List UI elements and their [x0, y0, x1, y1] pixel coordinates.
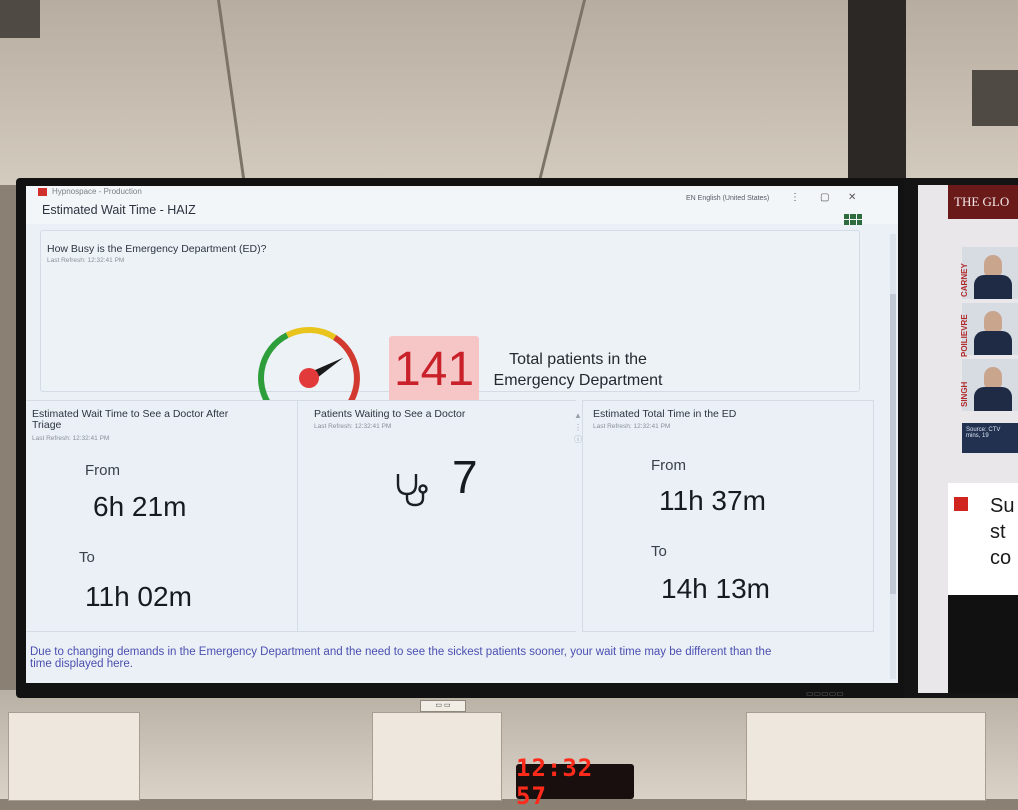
doctor-wait-from-value: 6h 21m — [93, 491, 187, 522]
app-title-bar: Hypnospace - Production Estimated Wait T… — [26, 186, 898, 225]
candidate-card — [962, 303, 1018, 355]
app-name: Hypnospace - Production — [52, 187, 142, 196]
more-icon[interactable]: ⋮ — [574, 422, 582, 434]
news-ticker-line: st — [990, 521, 1006, 543]
monitor-model-label: ▭▭▭▭▭ — [806, 689, 844, 698]
close-icon[interactable]: ✕ — [848, 192, 856, 203]
doctor-wait-title-line1: Estimated Wait Time to See a Doctor Afte… — [32, 408, 229, 420]
candidate-name: CARNEY — [960, 263, 969, 297]
total-time-to-value: 14h 13m — [661, 573, 770, 604]
candidate-suit — [974, 387, 1012, 411]
news-brand-bar: THE GLO — [948, 185, 1018, 219]
secondary-tv-screen: THE GLO CARNEY POILIEVRE SINGH Source: C… — [918, 185, 1018, 693]
candidate-card — [962, 247, 1018, 299]
patients-waiting-title: Patients Waiting to See a Doctor — [314, 408, 466, 420]
language-selector[interactable]: EN English (United States) — [686, 195, 769, 202]
total-time-panel: Estimated Total Time in the ED Last Refr… — [582, 400, 874, 632]
ceiling-vent — [0, 0, 40, 38]
doctor-wait-title: Estimated Wait Time to See a Doctor Afte… — [32, 409, 292, 431]
ed-busy-card: How Busy is the Emergency Department (ED… — [40, 230, 860, 411]
news-source-caption: Source: CTV mins, 19 — [962, 423, 1018, 453]
total-patients-count: 141 — [389, 336, 479, 402]
news-ticker-line: Su — [990, 495, 1015, 517]
doctor-wait-to-label: To — [79, 549, 95, 566]
doctor-wait-panel: Estimated Wait Time to See a Doctor Afte… — [26, 400, 298, 632]
doorway — [372, 712, 502, 801]
grid-view-icon[interactable] — [844, 214, 862, 225]
ceiling-vent — [972, 70, 1018, 126]
wait-time-dashboard: Hypnospace - Production Estimated Wait T… — [26, 186, 898, 683]
vertical-scrollbar[interactable] — [890, 234, 896, 679]
total-time-from-value: 11h 37m — [659, 485, 766, 516]
wait-metrics-row: Estimated Wait Time to See a Doctor Afte… — [26, 400, 874, 632]
doctor-wait-from-label: From — [85, 462, 120, 479]
total-time-to-label: To — [651, 543, 667, 560]
total-label-line2: Emergency Department — [493, 372, 663, 389]
scrollbar-thumb[interactable] — [890, 294, 896, 594]
candidate-suit — [974, 331, 1012, 355]
wait-time-disclaimer: Due to changing demands in the Emergency… — [26, 646, 890, 670]
news-ticker-line: co — [990, 547, 1012, 569]
disclaimer-line2: time displayed here. — [30, 658, 133, 670]
busy-card-title: How Busy is the Emergency Department (ED… — [47, 243, 267, 255]
doorway — [746, 712, 986, 801]
doctor-wait-title-line2: Triage — [32, 419, 62, 431]
busyness-gauge — [258, 327, 360, 411]
app-logo-icon — [38, 188, 47, 196]
disclaimer-line1: Due to changing demands in the Emergency… — [30, 646, 772, 658]
options-icon[interactable]: ⋮ — [790, 192, 800, 203]
candidate-face — [984, 311, 1002, 333]
patients-waiting-value: 7 — [452, 451, 478, 503]
digital-wall-clock: 12:32 57 — [516, 754, 634, 810]
total-label-line1: Total patients in the — [509, 351, 647, 368]
maximize-icon[interactable]: ▢ — [820, 192, 829, 203]
total-time-title: Estimated Total Time in the ED — [593, 408, 737, 420]
total-time-from-label: From — [651, 457, 686, 474]
info-icon[interactable]: ⓘ — [574, 434, 582, 446]
doctor-wait-refresh: Last Refresh: 12:32:41 PM — [32, 435, 110, 442]
patients-waiting-refresh: Last Refresh: 12:32:41 PM — [314, 423, 392, 430]
device-sticker: ▭ ▭ — [420, 700, 466, 712]
up-icon[interactable]: ▲ — [574, 410, 582, 422]
page-title: Estimated Wait Time - HAIZ — [42, 203, 196, 217]
news-ticker-marker — [954, 497, 968, 511]
candidate-suit — [974, 275, 1012, 299]
candidate-card — [962, 359, 1018, 411]
busy-last-refresh: Last Refresh: 12:32:41 PM — [47, 257, 125, 264]
gauge-hub — [299, 368, 319, 388]
secondary-tv-lower — [948, 595, 1018, 693]
total-patients-label: Total patients in the Emergency Departme… — [483, 349, 673, 391]
candidate-name: SINGH — [960, 381, 969, 407]
gauge-arc-yellow — [285, 327, 337, 341]
candidate-name: POILIEVRE — [960, 314, 969, 357]
candidate-face — [984, 367, 1002, 389]
patients-waiting-panel: Patients Waiting to See a Doctor Last Re… — [298, 400, 576, 632]
panel-side-icons: ▲ ⋮ ⓘ — [574, 410, 582, 446]
candidate-face — [984, 255, 1002, 277]
stethoscope-icon — [396, 474, 428, 507]
doctor-wait-to-value: 11h 02m — [85, 581, 192, 612]
doorway — [8, 712, 140, 801]
total-time-refresh: Last Refresh: 12:32:41 PM — [593, 423, 671, 430]
